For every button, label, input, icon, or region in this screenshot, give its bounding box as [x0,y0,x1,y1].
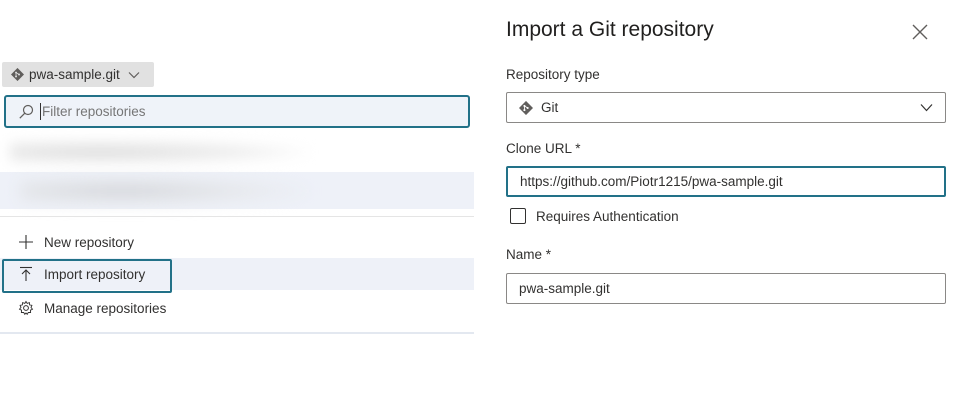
git-icon [519,100,533,115]
repository-type-dropdown[interactable]: Git [506,92,946,123]
name-input[interactable] [506,273,946,304]
repository-panel: pwa-sample.git New repository Import rep… [0,0,474,401]
repo-selector-label: pwa-sample.git [29,67,120,82]
git-icon [11,68,24,81]
repository-type-label: Repository type [506,67,600,82]
new-repository-label: New repository [44,234,135,250]
import-repository-dialog: Import a Git repository Repository type … [490,0,964,401]
repository-type-value: Git [541,100,559,115]
close-icon[interactable] [910,22,930,42]
chevron-down-icon [920,104,933,112]
manage-repositories-label: Manage repositories [44,300,167,316]
requires-authentication-label: Requires Authentication [536,208,679,224]
blurred-content [10,140,310,164]
name-label: Name * [506,247,552,262]
repo-selector[interactable]: pwa-sample.git [2,62,154,87]
text-caret [40,103,41,120]
plus-icon [18,234,34,250]
filter-repositories-box [4,95,470,128]
divider [0,332,474,334]
new-repository-menu-item[interactable]: New repository [0,226,474,258]
requires-authentication-option[interactable]: Requires Authentication [510,208,679,224]
divider [0,216,474,217]
clone-url-label: Clone URL * [506,141,581,156]
gear-icon [18,300,34,316]
chevron-down-icon [128,71,140,78]
blurred-content [20,176,310,206]
dialog-title: Import a Git repository [506,18,714,41]
requires-authentication-checkbox[interactable] [510,208,526,224]
filter-repositories-input[interactable] [42,104,442,119]
import-repository-highlight [2,259,172,293]
clone-url-input[interactable] [506,166,946,197]
manage-repositories-menu-item[interactable]: Manage repositories [0,292,474,324]
search-icon [19,104,34,119]
